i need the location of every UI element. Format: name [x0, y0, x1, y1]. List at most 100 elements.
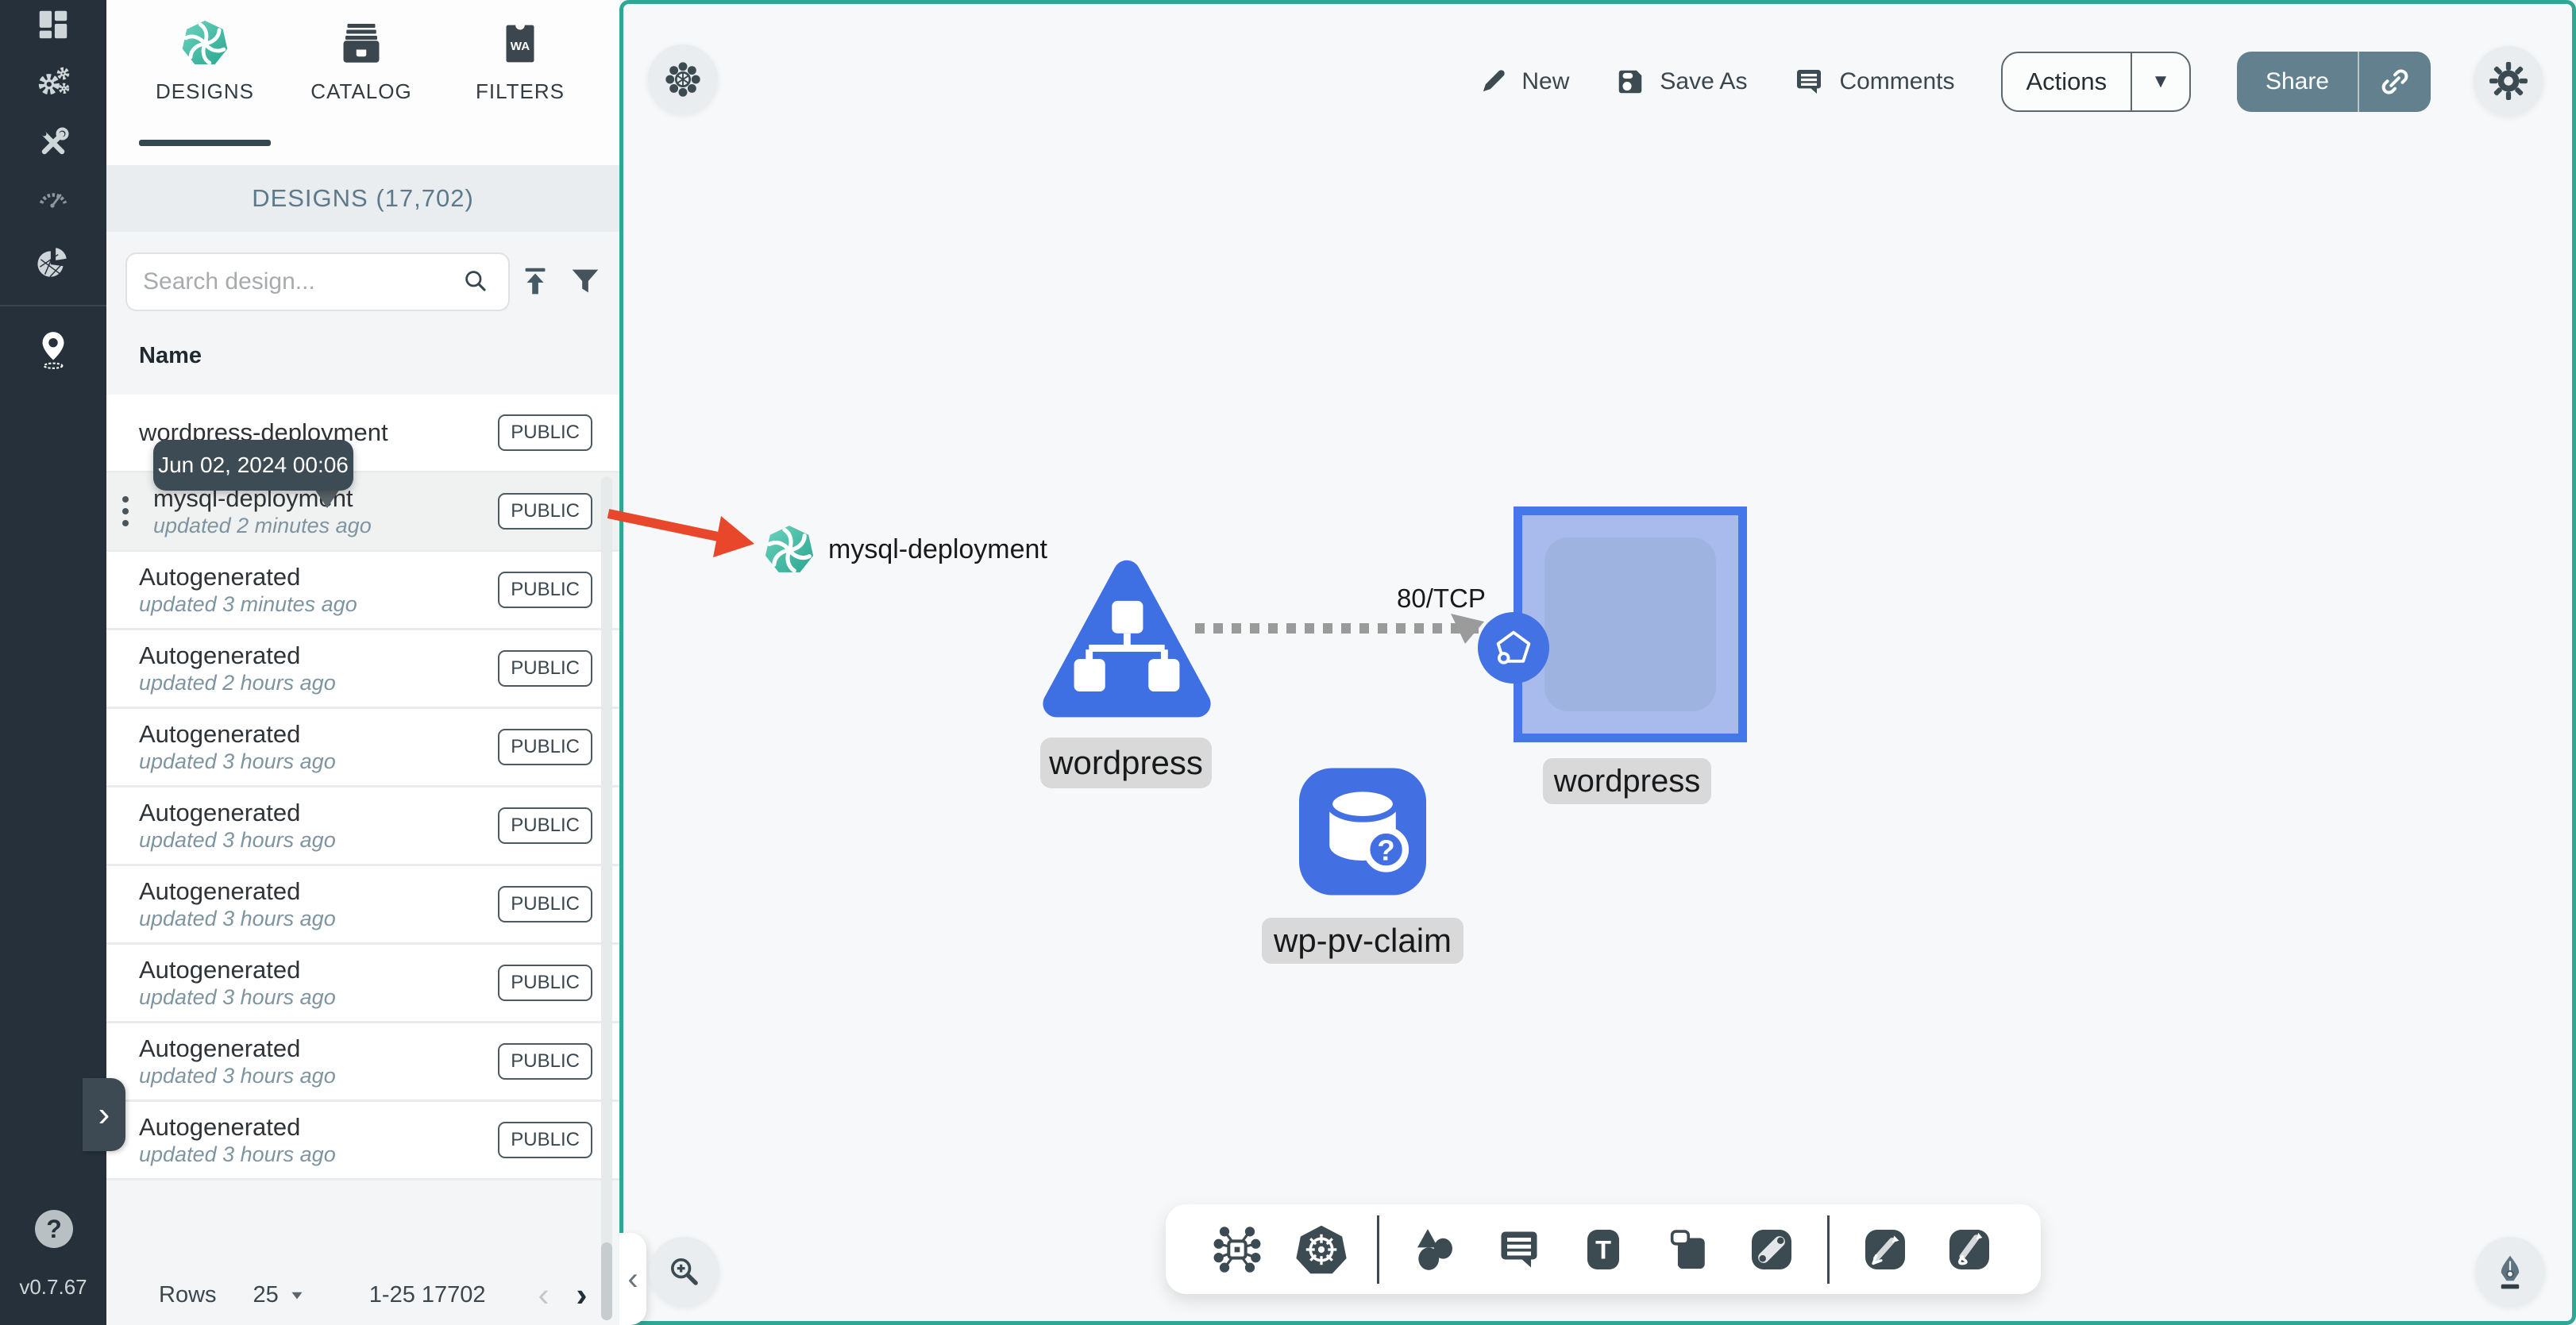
- comments-button[interactable]: Comments: [1793, 66, 1955, 98]
- sidebar-item-dashboard[interactable]: [0, 6, 106, 43]
- new-button[interactable]: New: [1479, 67, 1569, 96]
- search-icon[interactable]: [459, 264, 494, 299]
- next-page-button[interactable]: ›: [577, 1276, 588, 1314]
- rows-per-page-caret-icon[interactable]: [287, 1285, 307, 1305]
- visibility-badge[interactable]: PUBLIC: [498, 965, 592, 1001]
- pentagon-port-icon: [1496, 630, 1531, 664]
- row-menu-icon[interactable]: [122, 496, 129, 526]
- list-item[interactable]: Autogenerated updated 3 hours ago PUBLIC: [106, 1023, 619, 1102]
- copy-link-button[interactable]: [2359, 67, 2431, 97]
- sidebar-item-extensions[interactable]: [0, 243, 106, 283]
- list-item[interactable]: Autogenerated updated 3 hours ago PUBLIC: [106, 945, 619, 1023]
- mysql-deployment-node-icon[interactable]: [763, 524, 816, 576]
- sidebar-item-performance[interactable]: [0, 178, 106, 216]
- pagination-bar: Rows 25 1-25 17702 ‹ ›: [106, 1267, 619, 1323]
- active-tab-indicator: [139, 140, 271, 146]
- text-tool[interactable]: T: [1575, 1221, 1632, 1278]
- visibility-badge[interactable]: PUBLIC: [498, 729, 592, 765]
- designs-list: wordpress-deployment PUBLIC mysql-deploy…: [106, 395, 619, 1181]
- actions-button[interactable]: Actions ▼: [2000, 52, 2191, 112]
- connect-tool[interactable]: [1743, 1221, 1800, 1278]
- freehand-mode-button[interactable]: [2475, 1237, 2545, 1307]
- app-version: v0.7.67: [19, 1275, 87, 1299]
- tab-catalog[interactable]: CATALOG: [294, 19, 429, 104]
- edge-pen-tool[interactable]: [1857, 1221, 1914, 1278]
- freehand-pen-tool[interactable]: [1941, 1221, 1998, 1278]
- list-item[interactable]: Autogenerated updated 3 hours ago PUBLIC: [106, 1102, 619, 1181]
- zoom-in-icon: [670, 1258, 698, 1285]
- settings-button[interactable]: [2474, 46, 2543, 116]
- upload-icon: [525, 268, 546, 295]
- tab-filters-label: FILTERS: [476, 79, 565, 103]
- visibility-badge[interactable]: PUBLIC: [498, 650, 592, 687]
- search-input[interactable]: [141, 268, 459, 296]
- list-item[interactable]: Autogenerated updated 2 hours ago PUBLIC: [106, 630, 619, 709]
- svg-text:?: ?: [1377, 834, 1394, 867]
- tab-designs[interactable]: DESIGNS: [137, 19, 272, 104]
- zoom-in-button[interactable]: [650, 1237, 719, 1307]
- actions-caret-icon[interactable]: ▼: [2132, 71, 2189, 93]
- notes-tool[interactable]: [1490, 1221, 1548, 1278]
- help-button[interactable]: ?: [35, 1210, 73, 1248]
- list-item[interactable]: Autogenerated updated 3 hours ago PUBLIC: [106, 709, 619, 788]
- visibility-badge[interactable]: PUBLIC: [498, 1043, 592, 1080]
- mesh-cluster-icon: [665, 62, 700, 97]
- funnel-icon: [572, 269, 599, 293]
- search-box[interactable]: [125, 252, 510, 311]
- app-sidebar: › ? v0.7.67: [0, 0, 125, 1325]
- rows-per-page-select[interactable]: 25: [253, 1282, 279, 1308]
- mysql-deployment-node-label[interactable]: mysql-deployment: [828, 534, 1047, 565]
- kubernetes-tool[interactable]: [1293, 1221, 1350, 1278]
- new-label: New: [1521, 68, 1570, 94]
- wordpress-deployment-node[interactable]: [1040, 553, 1213, 730]
- gauge-icon: [39, 193, 67, 208]
- sidebar-divider: [0, 305, 106, 306]
- prev-page-button[interactable]: ‹: [538, 1276, 550, 1314]
- tab-designs-label: DESIGNS: [155, 79, 255, 103]
- meshery-swirl-icon: [182, 20, 228, 65]
- visibility-badge[interactable]: PUBLIC: [498, 572, 592, 608]
- list-item[interactable]: Autogenerated updated 3 hours ago PUBLIC: [106, 788, 619, 866]
- pen-nib-icon: [2501, 1255, 2520, 1289]
- visibility-badge[interactable]: PUBLIC: [498, 493, 592, 530]
- save-as-button[interactable]: Save As: [1615, 67, 1747, 97]
- wordpress-deployment-label[interactable]: wordpress: [1040, 738, 1212, 788]
- visibility-badge[interactable]: PUBLIC: [498, 807, 592, 844]
- shapes-tool[interactable]: [1406, 1221, 1463, 1278]
- sidebar-item-kanvas[interactable]: [0, 329, 106, 372]
- share-button[interactable]: Share: [2236, 52, 2431, 112]
- share-label: Share: [2265, 68, 2329, 94]
- sidebar-item-toolkit[interactable]: [0, 124, 106, 162]
- pencil-icon: [1483, 70, 1505, 91]
- rows-per-page-label: Rows: [159, 1281, 217, 1308]
- design-canvas[interactable]: New Save As Comments Actions ▼ Share mys…: [619, 0, 2576, 1325]
- wp-pv-claim-label[interactable]: wp-pv-claim: [1262, 918, 1463, 964]
- wordpress-service-node[interactable]: [1514, 507, 1747, 742]
- sidebar-item-lifecycle[interactable]: [0, 62, 106, 102]
- dock-divider: [1377, 1215, 1379, 1284]
- dock-divider: [1827, 1215, 1830, 1284]
- location-pin-icon: [42, 332, 64, 369]
- list-item[interactable]: Autogenerated updated 3 minutes ago PUBLI…: [106, 552, 619, 630]
- updated-date-tooltip: Jun 02, 2024 00:06: [153, 440, 353, 491]
- layers-tool[interactable]: [1659, 1221, 1716, 1278]
- list-item[interactable]: Autogenerated updated 3 hours ago PUBLIC: [106, 866, 619, 945]
- visibility-badge[interactable]: PUBLIC: [498, 1122, 592, 1158]
- component-graph-tool[interactable]: [1209, 1221, 1266, 1278]
- mesh-cluster-button[interactable]: [648, 44, 718, 114]
- panel-collapse-handle[interactable]: ‹: [619, 1233, 646, 1325]
- crossed-tools-icon: [41, 127, 69, 155]
- tab-filters[interactable]: WA FILTERS: [453, 19, 588, 104]
- visibility-badge[interactable]: PUBLIC: [498, 414, 592, 451]
- sidebar-expand-handle[interactable]: ›: [83, 1078, 125, 1151]
- service-port-handle[interactable]: [1478, 612, 1549, 684]
- visibility-badge[interactable]: PUBLIC: [498, 886, 592, 922]
- wordpress-service-label[interactable]: wordpress: [1543, 758, 1711, 804]
- comments-icon: [1797, 70, 1822, 94]
- list-scrollbar-track[interactable]: [601, 476, 612, 1320]
- question-badge: ?: [1363, 826, 1409, 872]
- wp-pv-claim-node[interactable]: ?: [1296, 765, 1429, 898]
- filter-list-button[interactable]: [567, 264, 604, 304]
- publish-design-button[interactable]: [518, 264, 554, 304]
- wasm-filters-icon: WA: [506, 20, 534, 63]
